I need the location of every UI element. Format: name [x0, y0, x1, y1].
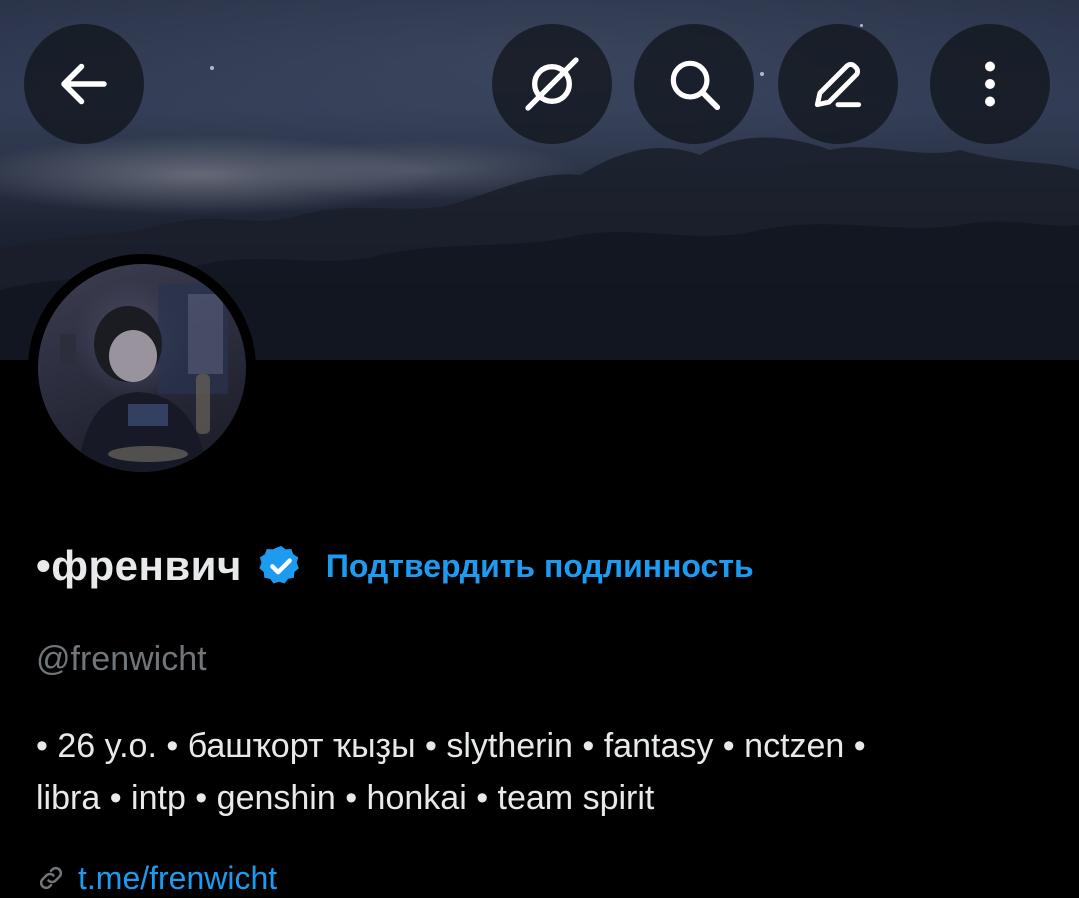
search-button[interactable]: [634, 24, 754, 144]
avatar-photo: [60, 284, 228, 472]
name-row: •френвич Подтвердить подлинность: [36, 538, 754, 594]
edit-profile-button[interactable]: [778, 24, 898, 144]
back-button[interactable]: [24, 24, 144, 144]
more-options-button[interactable]: [930, 24, 1050, 144]
star: [860, 24, 863, 27]
profile-bio: • 26 y.o. • башҡорт ҡыҙы • slytherin • f…: [36, 720, 1046, 824]
star: [210, 66, 214, 70]
arrow-left-icon: [61, 63, 107, 105]
pencil-icon: [814, 62, 862, 108]
profile-avatar[interactable]: [28, 254, 256, 482]
verified-badge-icon[interactable]: [258, 543, 304, 589]
star: [760, 72, 764, 76]
link-icon: [39, 866, 63, 890]
grok-hide-button[interactable]: [492, 24, 612, 144]
verify-identity-link[interactable]: Подтвердить подлинность: [326, 548, 754, 585]
bio-line: libra • intp • genshin • honkai • team s…: [36, 779, 655, 817]
profile-handle: @frenwicht: [36, 640, 207, 678]
more-vertical-icon: [985, 61, 995, 107]
profile-link[interactable]: t.me/frenwicht: [78, 860, 277, 897]
display-name: •френвич: [36, 542, 242, 589]
eye-slash-grok-icon: [525, 57, 579, 111]
profile-link-row[interactable]: t.me/frenwicht: [36, 858, 277, 898]
bio-line: • 26 y.o. • башҡорт ҡыҙы • slytherin • f…: [36, 727, 866, 765]
search-icon: [670, 60, 721, 111]
avatar-image: [38, 264, 246, 472]
